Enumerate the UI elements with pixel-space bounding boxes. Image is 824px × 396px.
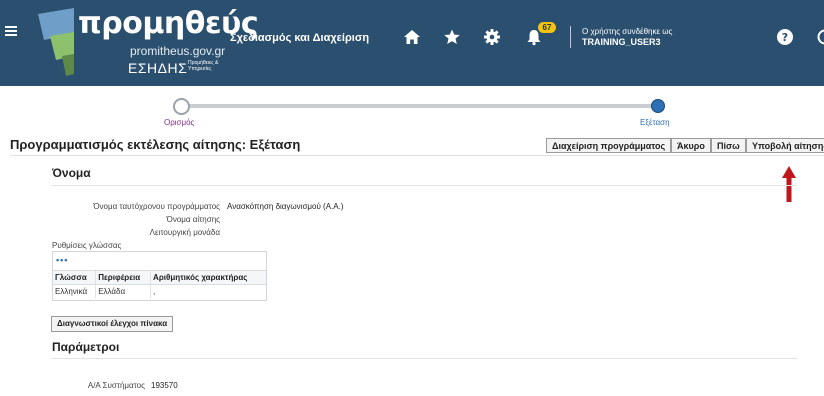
operating-unit-label: Λειτουργική μονάδα	[149, 228, 220, 237]
home-icon[interactable]	[403, 28, 421, 46]
system-id-label: Α/Α Συστήματος	[87, 381, 145, 390]
program-name-label: Όνομα ταυτόχρονου προγράμματος	[93, 202, 220, 211]
column-header-territory[interactable]: Περιφέρεια	[95, 270, 151, 285]
cell-territory: Ελλάδα	[95, 284, 151, 298]
gear-icon[interactable]	[483, 28, 501, 46]
manage-schedule-button[interactable]: Διαχείριση προγράμματος	[546, 138, 672, 153]
language-settings-table: ••• Γλώσσα Περιφέρεια Αριθμητικός χαρακτ…	[52, 251, 267, 301]
logo-mark-icon	[38, 8, 74, 76]
train-step-review-label: Εξέταση	[640, 118, 670, 127]
up-arrow-icon	[782, 166, 796, 202]
cancel-button[interactable]: Άκυρο	[671, 138, 711, 153]
name-section-heading: Όνομα	[52, 166, 91, 180]
top-header-bar: προμηθεύς promitheus.gov.gr ΕΣΗΔΗΣ Προμή…	[0, 0, 824, 86]
submit-request-button[interactable]: Υποβολή αίτησης	[746, 138, 824, 153]
column-header-numeric-character[interactable]: Αριθμητικός χαρακτήρας	[150, 270, 266, 285]
train-step-define-icon[interactable]	[173, 98, 190, 115]
table-row[interactable]: Ελληνικά Ελλάδα ,	[53, 284, 266, 298]
header-divider	[570, 26, 571, 48]
table-diagnostics-button[interactable]: Διαγνωστικοί έλεγχοι πίνακα	[51, 316, 174, 332]
name-section-divider	[52, 185, 797, 186]
train-step-define-label[interactable]: Ορισμός	[164, 118, 194, 127]
cell-numeric-character: ,	[150, 284, 266, 298]
brand-logo[interactable]: προμηθεύς promitheus.gov.gr ΕΣΗΔΗΣ Προμή…	[36, 4, 259, 80]
train-track	[180, 104, 658, 108]
program-name-value: Ανασκόπηση διαγωνισμού (Α.Α.)	[227, 202, 344, 211]
logged-in-username: TRAINING_USER3	[582, 37, 661, 47]
menu-icon[interactable]	[5, 24, 19, 38]
train-step-review-icon	[651, 99, 665, 113]
help-icon[interactable]: ?	[776, 28, 794, 46]
star-icon[interactable]	[443, 28, 461, 46]
language-settings-label: Ρυθμίσεις γλώσσας	[52, 241, 122, 250]
app-title: Σχεδιασμός και Διαχείριση	[230, 32, 370, 44]
more-options-icon[interactable]: •••	[56, 255, 68, 265]
notification-count-badge: 67	[538, 22, 556, 33]
logged-in-label: Ο χρήστης συνδέθηκε ως	[582, 27, 673, 36]
page-title: Προγραμματισμός εκτέλεσης αίτησης: Εξέτα…	[10, 137, 301, 152]
brand-url: promitheus.gov.gr	[130, 44, 226, 58]
brand-subtitle-small: Προμήθειες & Υπηρεσίες	[188, 60, 219, 72]
system-id-value: 193570	[151, 381, 178, 390]
parameters-section-divider	[52, 358, 797, 359]
back-button[interactable]: Πίσω	[711, 138, 746, 153]
progress-train: Ορισμός Εξέταση	[0, 96, 824, 128]
request-name-label: Όνομα αίτησης	[166, 215, 220, 224]
title-divider	[10, 155, 824, 156]
column-header-language[interactable]: Γλώσσα	[53, 270, 96, 285]
svg-text:?: ?	[782, 31, 788, 44]
parameters-section-heading: Παράμετροι	[52, 340, 120, 354]
cell-language: Ελληνικά	[55, 287, 88, 296]
language-table: Γλώσσα Περιφέρεια Αριθμητικός χαρακτήρας…	[53, 270, 266, 298]
brand-subtitle: ΕΣΗΔΗΣ	[128, 60, 188, 76]
logout-icon[interactable]	[816, 28, 824, 46]
